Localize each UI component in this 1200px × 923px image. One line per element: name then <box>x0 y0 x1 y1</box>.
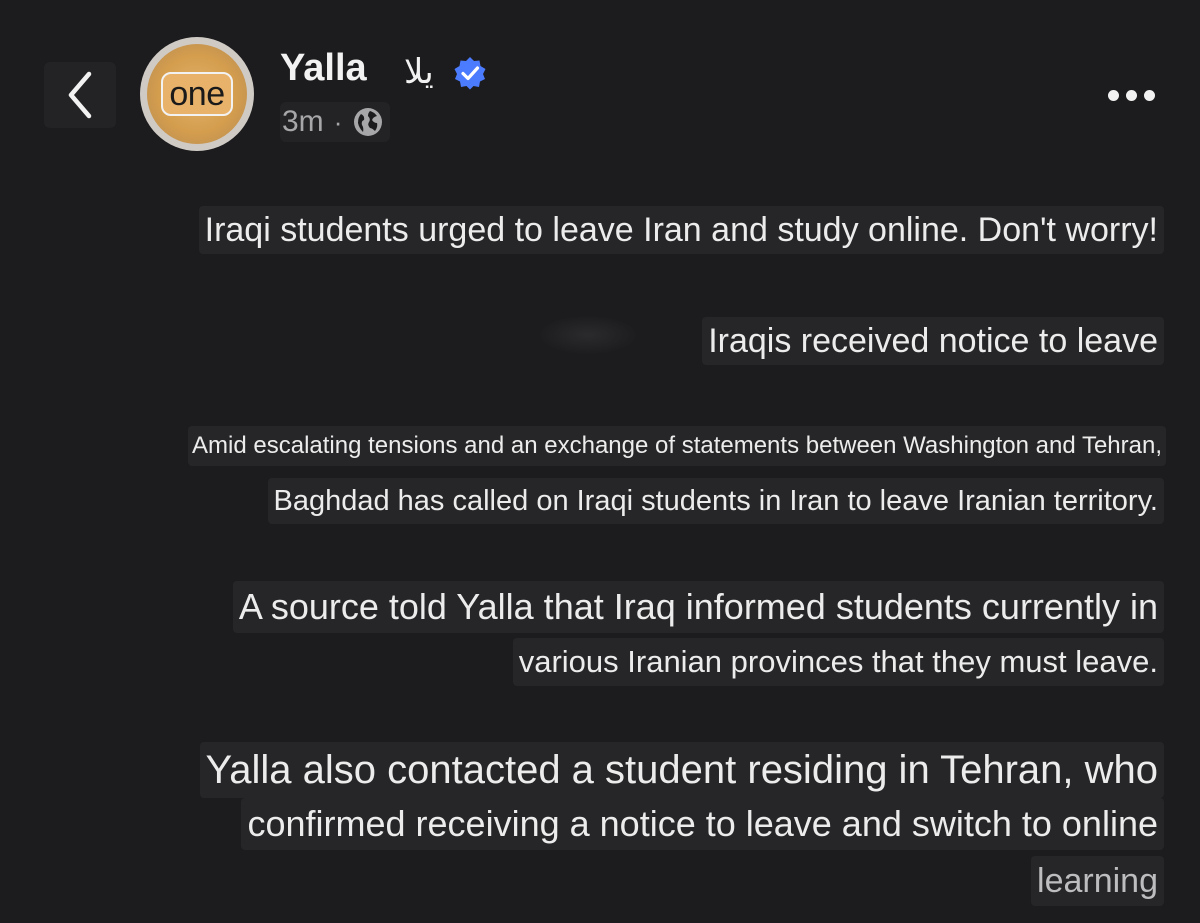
more-dot <box>1143 89 1155 101</box>
account-name[interactable]: Yalla <box>280 46 367 90</box>
avatar[interactable]: one <box>140 37 254 151</box>
post-subheadline: Iraqis received notice to leave <box>702 317 1164 365</box>
avatar-image: one <box>147 44 247 144</box>
chevron-left-icon <box>68 71 92 119</box>
paragraph-1-line-1: Amid escalating tensions and an exchange… <box>188 426 1166 466</box>
paragraph-2-line-2: various Iranian provinces that they must… <box>512 638 1164 686</box>
back-button[interactable] <box>44 62 116 128</box>
post-meta: 3m · <box>280 102 391 142</box>
post-time[interactable]: 3m <box>282 105 324 139</box>
globe-icon[interactable] <box>352 106 384 138</box>
more-dot <box>1125 89 1137 101</box>
more-dot <box>1107 89 1119 101</box>
meta-separator: · <box>333 106 343 137</box>
paragraph-3-line-2: confirmed receiving a notice to leave an… <box>241 798 1164 850</box>
paragraph-3-line-1: Yalla also contacted a student residing … <box>199 742 1164 798</box>
paragraph-2-line-1: A source told Yalla that Iraq informed s… <box>232 581 1164 633</box>
paragraph-1-line-2: Baghdad has called on Iraqi students in … <box>267 478 1164 524</box>
post-headline: Iraqi students urged to leave Iran and s… <box>198 206 1164 254</box>
verified-badge-icon <box>454 57 486 90</box>
paragraph-3-line-3: learning <box>1031 856 1164 906</box>
redaction-smudge <box>540 316 636 354</box>
avatar-logo: one <box>161 72 233 116</box>
account-name-arabic[interactable]: يلا <box>404 52 434 92</box>
more-options-button[interactable] <box>1096 80 1166 110</box>
